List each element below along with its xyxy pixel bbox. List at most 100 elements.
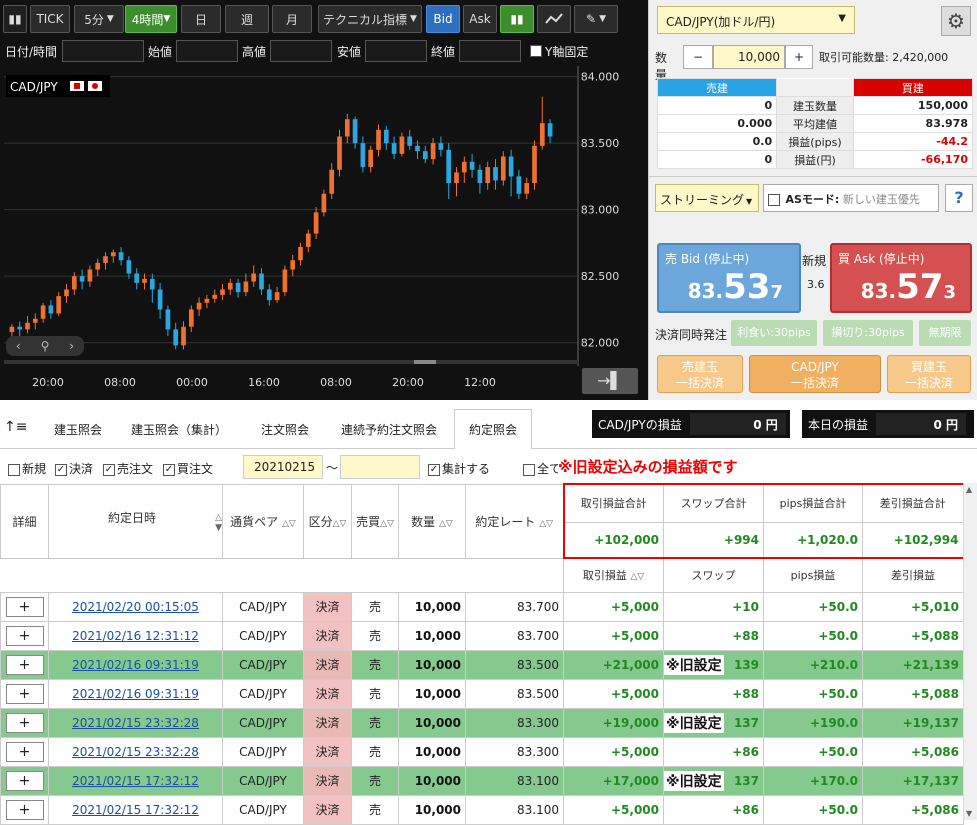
y-tick-label: 83.000 — [581, 204, 620, 217]
tab-positions-summary[interactable]: 建玉照会（集計） — [120, 409, 238, 449]
bulk-buy-settle-button[interactable]: 買建玉 一括決済 — [887, 355, 971, 393]
streaming-select[interactable]: ストリーミング ▼ — [655, 184, 759, 212]
expand-button[interactable]: + — [5, 770, 44, 791]
low-field[interactable] — [365, 40, 427, 62]
line-chart-icon[interactable] — [537, 5, 571, 33]
expand-button[interactable]: + — [5, 799, 44, 820]
datetime-field[interactable] — [62, 40, 144, 62]
zoom-icon[interactable]: ⚲ — [41, 339, 50, 353]
qty-cell: 10,000 — [398, 707, 466, 738]
help-icon[interactable]: ? — [945, 184, 973, 212]
col-trade[interactable]: 取引損益 △▽ — [563, 557, 664, 593]
interval-4h-button[interactable]: 4時間 ▼ — [125, 5, 177, 33]
date-to-input[interactable] — [340, 455, 420, 479]
candlestick-chart[interactable]: 84.000 83.500 83.000 82.500 82.000 20:00 08:00… — [0, 66, 648, 400]
draw-tool-icon[interactable]: ✎ ▼ — [574, 5, 618, 33]
scroll-up-icon[interactable]: ▲ — [966, 485, 972, 494]
filter-buy[interactable]: ✓ 買注文 — [163, 460, 213, 477]
detail-cell: + — [0, 620, 49, 651]
indefinite-button[interactable]: 無期限 — [919, 320, 971, 346]
as-mode-field[interactable]: ASモード: 新しい建玉優先 — [763, 184, 939, 212]
pair-select[interactable]: CAD/JPY(加ドル/円) ▼ — [657, 6, 855, 34]
candle-type-icon[interactable]: ▮▮ — [3, 5, 27, 33]
sort-icon[interactable]: △▽ — [380, 519, 394, 529]
bid-button[interactable]: Bid — [426, 5, 460, 33]
date-link[interactable]: 2021/02/15 23:32:28 — [72, 716, 199, 730]
col-qty[interactable]: 数量 △▽ — [398, 483, 466, 559]
sort-list-icon[interactable]: ↑≡ — [4, 419, 27, 435]
month-button[interactable]: 月 — [272, 5, 312, 33]
filter-aggregate[interactable]: ✓ 集計する — [428, 460, 490, 477]
sort-icon[interactable]: △▽ — [630, 572, 644, 582]
rate-cell: 83.700 — [465, 620, 564, 651]
candlestick-icon[interactable]: ▮▮ — [500, 5, 534, 33]
buy-ask-button[interactable]: 買 Ask (停止中) 83.573 — [830, 243, 972, 313]
candle-body — [344, 119, 350, 137]
tab-executions[interactable]: 約定照会 — [454, 409, 532, 449]
total-net: +102,994 — [862, 521, 965, 559]
date-link[interactable]: 2021/02/16 09:31:19 — [72, 687, 199, 701]
col-kubun[interactable]: 区分△▽ — [303, 483, 352, 559]
date-from-input[interactable]: 20210215 — [243, 455, 323, 479]
high-field[interactable] — [270, 40, 332, 62]
gear-icon[interactable]: ⚙ — [941, 6, 971, 36]
qty-minus-button[interactable]: − — [683, 45, 713, 69]
date-link[interactable]: 2021/02/15 17:32:12 — [72, 774, 199, 788]
tick-button[interactable]: TICK — [30, 5, 70, 33]
week-button[interactable]: 週 — [225, 5, 269, 33]
stop-loss-button[interactable]: 損切り:30pips — [823, 320, 913, 346]
date-link[interactable]: 2021/02/16 12:31:12 — [72, 629, 199, 643]
scroll-down-icon[interactable]: ▼ — [966, 809, 972, 818]
day-button[interactable]: 日 — [181, 5, 221, 33]
date-link[interactable]: 2021/02/20 00:15:05 — [72, 600, 199, 614]
open-field[interactable] — [176, 40, 238, 62]
sort-icon[interactable]: △▽ — [539, 519, 553, 529]
as-mode-checkbox[interactable] — [768, 194, 780, 206]
candle-body — [79, 276, 85, 282]
rate-cell: 83.300 — [465, 707, 564, 738]
expand-button[interactable]: + — [5, 712, 44, 733]
filter-new[interactable]: 新規 — [8, 460, 46, 477]
col-rate[interactable]: 約定レート △▽ — [465, 483, 564, 559]
qty-plus-button[interactable]: + — [785, 45, 813, 69]
expand-button[interactable]: + — [5, 596, 44, 617]
sort-icon[interactable]: △▽ — [439, 519, 453, 529]
filter-all[interactable]: 全て — [523, 460, 561, 477]
expand-button[interactable]: + — [5, 654, 44, 675]
date-cell: 2021/02/16 09:31:19 — [48, 649, 223, 680]
candle-body — [149, 278, 155, 290]
bulk-sell-settle-button[interactable]: 売建玉 一括決済 — [657, 355, 743, 393]
close-field[interactable] — [459, 40, 521, 62]
expand-button[interactable]: + — [5, 625, 44, 646]
filter-sell[interactable]: ✓ 売注文 — [103, 460, 153, 477]
ask-button[interactable]: Ask — [463, 5, 497, 33]
col-date[interactable]: 約定日時 △ ▼ — [48, 483, 223, 559]
filter-settle[interactable]: ✓ 決済 — [55, 460, 93, 477]
date-link[interactable]: 2021/02/16 09:31:19 — [72, 658, 199, 672]
sort-icon[interactable]: △▽ — [333, 519, 347, 529]
date-link[interactable]: 2021/02/15 17:32:12 — [72, 803, 199, 817]
sort-icon[interactable]: △▽ — [282, 519, 296, 529]
side-cell: 売 — [351, 649, 399, 680]
chevron-left-icon[interactable]: ‹ — [16, 339, 21, 353]
expand-button[interactable]: + — [5, 741, 44, 762]
jump-latest-icon[interactable]: →▌ — [582, 368, 638, 394]
tab-continuous-orders[interactable]: 連続予約注文照会 — [330, 409, 448, 449]
technical-button[interactable]: テクニカル指標 ▼ — [318, 5, 422, 33]
interval-5min-button[interactable]: 5分 ▼ — [74, 5, 124, 33]
chevron-right-icon[interactable]: › — [69, 339, 74, 353]
date-link[interactable]: 2021/02/15 23:32:28 — [72, 745, 199, 759]
sort-icon[interactable]: △ ▼ — [215, 513, 221, 533]
tab-positions[interactable]: 建玉照会 — [40, 409, 116, 449]
grid-scrollbar[interactable]: ▲ ▼ — [963, 483, 977, 820]
qty-input[interactable]: 10,000 — [713, 45, 785, 69]
expand-button[interactable]: + — [5, 683, 44, 704]
col-side[interactable]: 売買△▽ — [351, 483, 399, 559]
bulk-pair-settle-button[interactable]: CAD/JPY 一括決済 — [749, 355, 881, 393]
sell-bid-button[interactable]: 売 Bid (停止中) 83.537 — [657, 243, 801, 313]
yfix-checkbox[interactable] — [530, 45, 542, 57]
tab-orders[interactable]: 注文照会 — [244, 409, 326, 449]
col-pair[interactable]: 通貨ペア △▽ — [222, 483, 304, 559]
candle-body — [524, 183, 530, 194]
take-profit-button[interactable]: 利食い:30pips — [731, 320, 817, 346]
